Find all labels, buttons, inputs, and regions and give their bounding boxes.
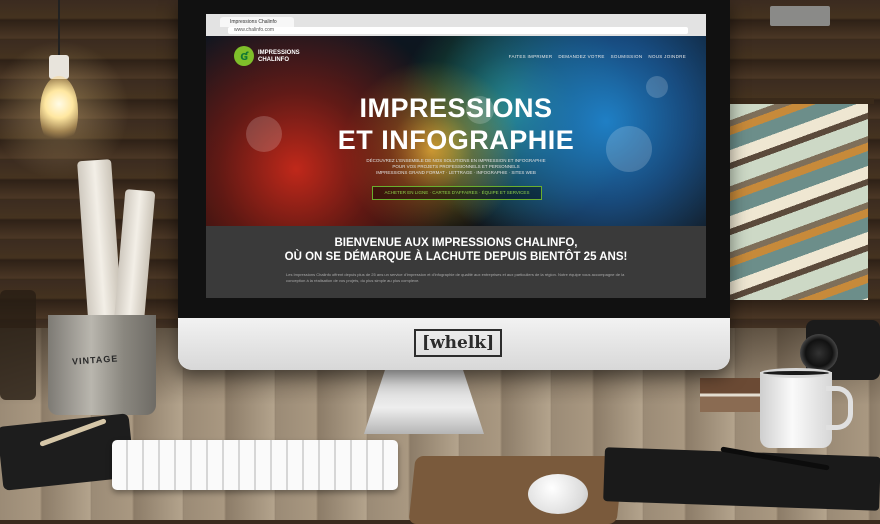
wall-tapestry xyxy=(728,104,868,300)
mouse[interactable] xyxy=(528,474,588,514)
drawing-tablet[interactable] xyxy=(603,447,880,511)
lamp-cord xyxy=(58,0,60,60)
glass-jar xyxy=(0,290,36,400)
welcome-line1: BIENVENUE AUX IMPRESSIONS CHALINFO, xyxy=(334,237,578,249)
browser-tab[interactable]: Impressions Chalinfo xyxy=(220,17,294,27)
brand-text: [whelk] xyxy=(422,333,495,353)
logo-line2: CHALINFO xyxy=(258,57,289,63)
keyboard[interactable] xyxy=(112,440,398,490)
logo-line1: IMPRESSIONS xyxy=(258,50,300,56)
hero-banner: ʛ IMPRESSIONS CHALINFO FAITES IMPRIMER D… xyxy=(206,36,706,226)
hero-title-line2: ET INFOGRAPHIE xyxy=(337,125,575,155)
monitor-screen: Impressions Chalinfo www.chalinfo.com ʛ … xyxy=(206,14,706,298)
tab-title: Impressions Chalinfo xyxy=(230,19,277,25)
monitor-chin: [whelk] xyxy=(178,318,730,370)
hero-title-line1: IMPRESSIONS xyxy=(359,93,553,123)
enamel-mug xyxy=(760,372,832,448)
address-text: www.chalinfo.com xyxy=(234,27,275,33)
pencil-cup: VINTAGE xyxy=(48,315,156,415)
light-bulb-icon xyxy=(40,76,78,146)
hero-title: IMPRESSIONS ET INFOGRAPHIE xyxy=(206,92,706,156)
chalinfo-logo-icon[interactable]: ʛ xyxy=(234,46,254,66)
address-bar[interactable]: www.chalinfo.com xyxy=(228,27,688,34)
logo-text[interactable]: IMPRESSIONS CHALINFO xyxy=(258,50,300,64)
nav-item[interactable]: SOUMISSION xyxy=(611,54,643,59)
mug-handle xyxy=(826,386,853,430)
main-nav: FAITES IMPRIMER DEMANDEZ VOTRE SOUMISSIO… xyxy=(356,54,686,59)
nav-item[interactable]: NOUS JOINDRE xyxy=(648,54,686,59)
welcome-body: Les Impressions Chalinfo offrent depuis … xyxy=(286,272,625,283)
shelf-object xyxy=(770,6,830,26)
hero-subtitle: DÉCOUVREZ L'ENSEMBLE DE NOS SOLUTIONS EN… xyxy=(346,158,566,176)
mouse-pad xyxy=(408,456,624,524)
welcome-section: BIENVENUE AUX IMPRESSIONS CHALINFO, OÙ O… xyxy=(206,226,706,298)
welcome-line2: OÙ ON SE DÉMARQUE À LACHUTE DEPUIS BIENT… xyxy=(284,251,628,263)
monitor-brand-logo: [whelk] xyxy=(414,329,503,357)
welcome-title: BIENVENUE AUX IMPRESSIONS CHALINFO, OÙ O… xyxy=(206,236,706,264)
camera-lens xyxy=(800,334,838,372)
cup-label-text: VINTAGE xyxy=(71,353,119,367)
browser-chrome: Impressions Chalinfo www.chalinfo.com xyxy=(206,14,706,36)
nav-item[interactable]: FAITES IMPRIMER xyxy=(509,54,553,59)
nav-item[interactable]: DEMANDEZ VOTRE xyxy=(558,54,604,59)
hero-sub-line: IMPRESSIONS GRAND FORMAT · LETTRAGE · IN… xyxy=(376,170,536,175)
mug-rim xyxy=(760,368,832,378)
cta-label: ACHETER EN LIGNE · CARTES D'AFFAIRES · É… xyxy=(384,190,530,195)
cta-button[interactable]: ACHETER EN LIGNE · CARTES D'AFFAIRES · É… xyxy=(372,186,542,200)
